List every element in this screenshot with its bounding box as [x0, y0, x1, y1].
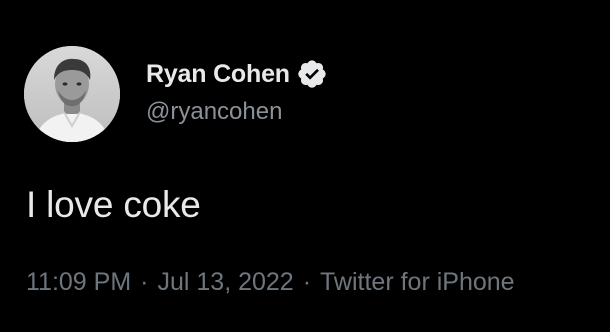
author-handle[interactable]: @ryancohen — [146, 98, 282, 126]
author-name-row: Ryan Cohen — [146, 58, 328, 90]
tweet-time[interactable]: 11:09 PM — [26, 268, 131, 297]
avatar[interactable] — [24, 46, 120, 142]
verified-badge-icon — [296, 58, 328, 90]
avatar-photo — [24, 46, 120, 142]
tweet-metadata: 11:09 PM · Jul 13, 2022 · Twitter for iP… — [26, 268, 515, 297]
tweet-text: I love coke — [26, 184, 201, 225]
tweet-date[interactable]: Jul 13, 2022 — [157, 268, 293, 297]
meta-separator: · — [140, 268, 149, 296]
meta-separator: · — [302, 268, 312, 296]
display-name[interactable]: Ryan Cohen — [146, 60, 290, 89]
tweet-card: Ryan Cohen @ryancohen I love coke 11:09 … — [0, 0, 610, 332]
tweet-source[interactable]: Twitter for iPhone — [320, 268, 515, 297]
